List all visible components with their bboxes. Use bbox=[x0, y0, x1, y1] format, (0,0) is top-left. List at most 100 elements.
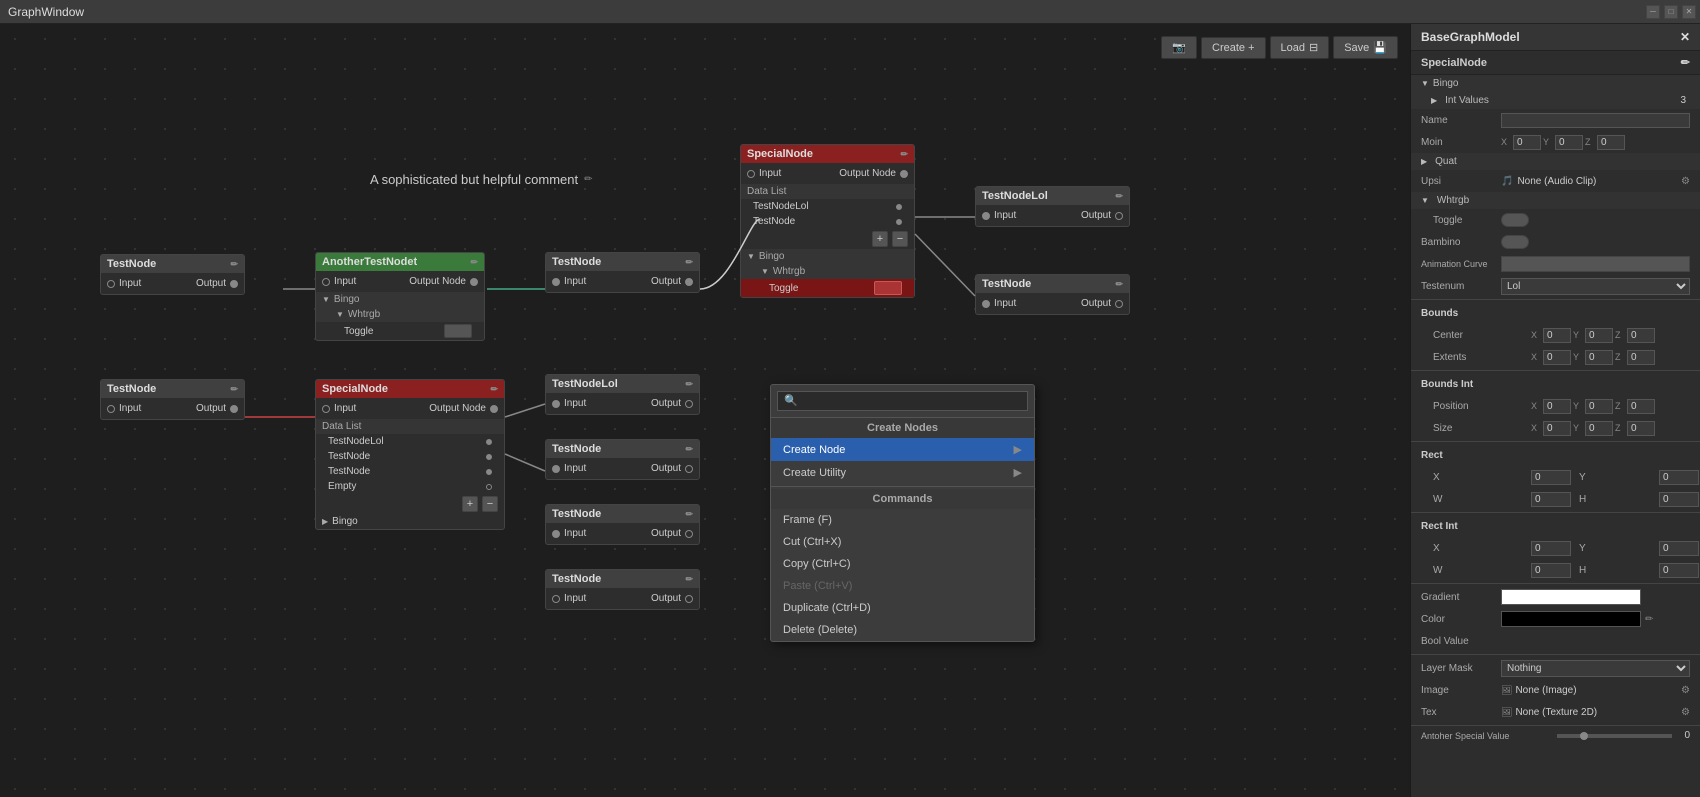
tex-settings-icon[interactable]: ⚙ bbox=[1681, 707, 1690, 718]
whtrgb-header[interactable]: ▼ Whtrgb bbox=[741, 264, 914, 279]
node-edit-icon[interactable]: ✏ bbox=[685, 379, 693, 390]
output-port[interactable] bbox=[230, 405, 238, 413]
moin-x[interactable] bbox=[1513, 135, 1541, 150]
input-port[interactable] bbox=[552, 595, 560, 603]
animation-curve-field[interactable] bbox=[1501, 256, 1690, 272]
input-port[interactable] bbox=[747, 170, 755, 178]
maximize-btn[interactable]: □ bbox=[1664, 5, 1678, 19]
remove-item-btn[interactable]: − bbox=[892, 231, 908, 247]
node-edit-icon[interactable]: ✏ bbox=[230, 259, 238, 270]
input-port[interactable] bbox=[107, 280, 115, 288]
node-another-testnodet[interactable]: AnotherTestNodet ✏ Input Output Node ▼ B… bbox=[315, 252, 485, 341]
color-edit-icon[interactable]: ✏ bbox=[1645, 614, 1653, 625]
close-btn[interactable]: ✕ bbox=[1682, 5, 1696, 19]
output-port[interactable] bbox=[230, 280, 238, 288]
bingo-header[interactable]: ▶ Bingo bbox=[316, 514, 504, 529]
minimize-btn[interactable]: ─ bbox=[1646, 5, 1660, 19]
node-testnode-bot3[interactable]: TestNode ✏ Input Output bbox=[545, 569, 700, 610]
extents-x[interactable] bbox=[1543, 350, 1571, 365]
node-edit-icon[interactable]: ✏ bbox=[685, 574, 693, 585]
input-port[interactable] bbox=[552, 400, 560, 408]
ctx-search-input[interactable] bbox=[777, 391, 1028, 411]
bingo-section-header[interactable]: ▼ Bingo bbox=[1411, 75, 1700, 92]
output-port[interactable] bbox=[490, 405, 498, 413]
node-edit-icon[interactable]: ✏ bbox=[685, 509, 693, 520]
ctx-copy-item[interactable]: Copy (Ctrl+C) bbox=[771, 553, 1034, 575]
toggle-control[interactable] bbox=[444, 324, 472, 338]
add-item-btn[interactable]: + bbox=[462, 496, 478, 512]
size-y[interactable] bbox=[1585, 421, 1613, 436]
remove-item-btn[interactable]: − bbox=[482, 496, 498, 512]
node-edit-icon[interactable]: ✏ bbox=[685, 444, 693, 455]
bambino-control[interactable] bbox=[1501, 235, 1529, 249]
node-testnodelol-bot[interactable]: TestNodeLol ✏ Input Output bbox=[545, 374, 700, 415]
input-port[interactable] bbox=[322, 278, 330, 286]
node-edit-icon[interactable]: ✏ bbox=[685, 257, 693, 268]
size-x[interactable] bbox=[1543, 421, 1571, 436]
save-button[interactable]: Save 💾 bbox=[1333, 36, 1398, 59]
ctx-create-node-item[interactable]: Create Node ▶ bbox=[771, 438, 1034, 461]
rect-int-y[interactable] bbox=[1659, 541, 1699, 556]
position-x[interactable] bbox=[1543, 399, 1571, 414]
node-special-top[interactable]: SpecialNode ✏ Input Output Node Data Lis… bbox=[740, 144, 915, 298]
output-port[interactable] bbox=[685, 400, 693, 408]
size-z[interactable] bbox=[1627, 421, 1655, 436]
ctx-delete-item[interactable]: Delete (Delete) bbox=[771, 619, 1034, 641]
node-edit-icon[interactable]: ✏ bbox=[1115, 279, 1123, 290]
node-testnode-bot2[interactable]: TestNode ✏ Input Output bbox=[545, 504, 700, 545]
toggle-control[interactable] bbox=[874, 281, 902, 295]
center-x[interactable] bbox=[1543, 328, 1571, 343]
output-port[interactable] bbox=[1115, 300, 1123, 308]
input-port[interactable] bbox=[552, 278, 560, 286]
panel-close-icon[interactable]: ✕ bbox=[1680, 30, 1690, 44]
input-port[interactable] bbox=[552, 465, 560, 473]
input-port[interactable] bbox=[322, 405, 330, 413]
special-slider[interactable] bbox=[1557, 734, 1672, 738]
node-edit-icon[interactable]: ✏ bbox=[490, 384, 498, 395]
layer-mask-select[interactable]: Nothing bbox=[1501, 660, 1690, 677]
extents-z[interactable] bbox=[1627, 350, 1655, 365]
graph-area[interactable]: 📷 Create + Load ⊟ Save 💾 A sophisticated… bbox=[0, 24, 1410, 797]
node-testnodelol-top[interactable]: TestNodeLol ✏ Input Output bbox=[975, 186, 1130, 227]
ctx-cut-item[interactable]: Cut (Ctrl+X) bbox=[771, 531, 1034, 553]
rect-int-h[interactable] bbox=[1659, 563, 1699, 578]
ctx-duplicate-item[interactable]: Duplicate (Ctrl+D) bbox=[771, 597, 1034, 619]
node-testnode-1[interactable]: TestNode ✏ Input Output bbox=[100, 254, 245, 295]
rect-x[interactable] bbox=[1531, 470, 1571, 485]
center-z[interactable] bbox=[1627, 328, 1655, 343]
create-button[interactable]: Create + bbox=[1201, 37, 1266, 59]
comment-edit-icon[interactable]: ✏ bbox=[584, 174, 592, 185]
bingo-header[interactable]: ▼ Bingo bbox=[741, 249, 914, 264]
moin-y[interactable] bbox=[1555, 135, 1583, 150]
node-testnode-bot1[interactable]: TestNode ✏ Input Output bbox=[545, 439, 700, 480]
whtrgb-header[interactable]: ▼ Whtrgb bbox=[1411, 192, 1700, 209]
output-port[interactable] bbox=[900, 170, 908, 178]
load-button[interactable]: Load ⊟ bbox=[1270, 36, 1330, 59]
input-port[interactable] bbox=[107, 405, 115, 413]
node-edit-icon[interactable]: ✏ bbox=[230, 384, 238, 395]
output-port[interactable] bbox=[1115, 212, 1123, 220]
int-values-header[interactable]: ▶ Int Values 3 bbox=[1411, 92, 1700, 109]
position-z[interactable] bbox=[1627, 399, 1655, 414]
quat-header[interactable]: ▶ Quat bbox=[1411, 153, 1700, 170]
output-port[interactable] bbox=[470, 278, 478, 286]
input-port[interactable] bbox=[982, 300, 990, 308]
ctx-create-utility-item[interactable]: Create Utility ▶ bbox=[771, 461, 1034, 484]
whtrgb-header[interactable]: ▼ Whtrgb bbox=[316, 307, 484, 322]
add-item-btn[interactable]: + bbox=[872, 231, 888, 247]
node-testnode-2[interactable]: TestNode ✏ Input Output bbox=[100, 379, 245, 420]
rect-w[interactable] bbox=[1531, 492, 1571, 507]
color-field[interactable] bbox=[1501, 611, 1641, 627]
testenum-select[interactable]: Lol bbox=[1501, 278, 1690, 295]
node-edit-icon[interactable]: ✏ bbox=[470, 257, 478, 268]
extents-y[interactable] bbox=[1585, 350, 1613, 365]
output-port[interactable] bbox=[685, 278, 693, 286]
node-special-bot[interactable]: SpecialNode ✏ Input Output Node Data Lis… bbox=[315, 379, 505, 530]
camera-button[interactable]: 📷 bbox=[1161, 36, 1197, 59]
node-edit-icon[interactable]: ✏ bbox=[900, 149, 908, 160]
upsi-settings-icon[interactable]: ⚙ bbox=[1681, 176, 1690, 187]
rect-y[interactable] bbox=[1659, 470, 1699, 485]
rect-int-w[interactable] bbox=[1531, 563, 1571, 578]
rect-h[interactable] bbox=[1659, 492, 1699, 507]
toggle-control[interactable] bbox=[1501, 213, 1529, 227]
